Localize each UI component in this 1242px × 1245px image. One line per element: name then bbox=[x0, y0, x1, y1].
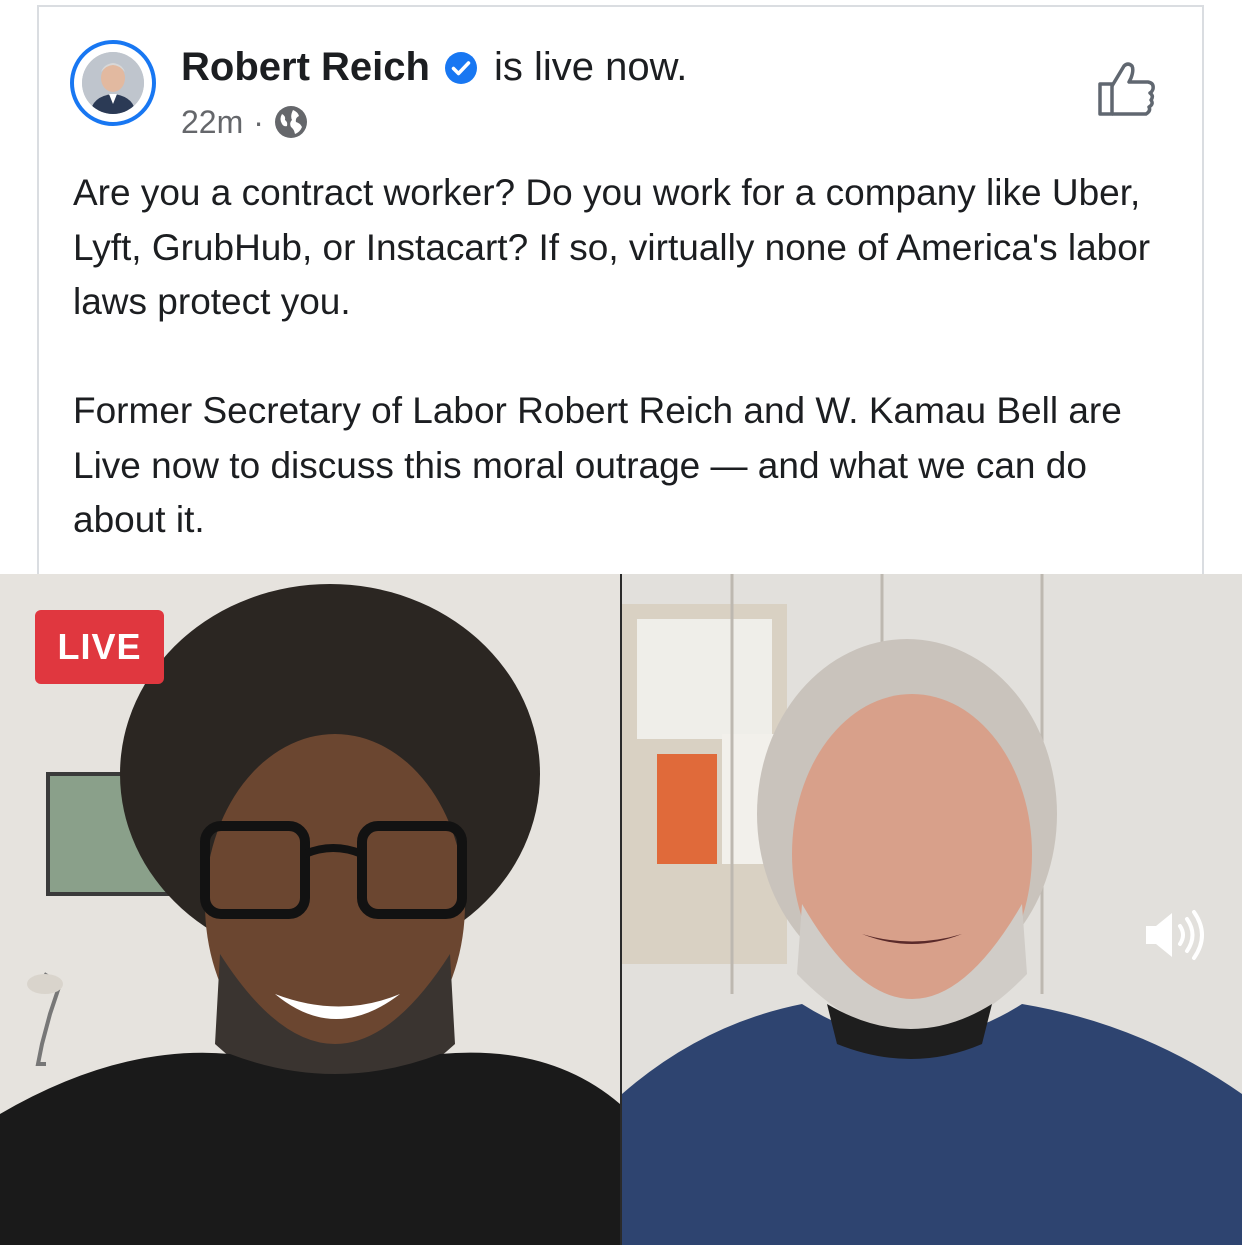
avatar-image bbox=[82, 52, 144, 114]
post-meta: 22m · bbox=[181, 100, 308, 144]
meta-separator: · bbox=[253, 103, 264, 140]
post-body: Are you a contract worker? Do you work f… bbox=[73, 166, 1153, 548]
live-badge: LIVE bbox=[35, 610, 164, 684]
timestamp[interactable]: 22m bbox=[181, 104, 243, 141]
verified-badge-icon bbox=[444, 50, 478, 84]
post-paragraph: Are you a contract worker? Do you work f… bbox=[73, 172, 1151, 322]
globe-icon bbox=[274, 105, 308, 139]
live-video-player[interactable]: LIVE bbox=[0, 574, 1242, 1245]
author-name[interactable]: Robert Reich bbox=[181, 45, 430, 90]
avatar[interactable] bbox=[70, 40, 156, 126]
speaker-volume-icon bbox=[1146, 910, 1204, 960]
live-status-text: is live now. bbox=[493, 44, 688, 89]
volume-button[interactable] bbox=[1140, 905, 1212, 965]
thumbs-up-icon bbox=[1098, 62, 1155, 116]
post-paragraph: Former Secretary of Labor Robert Reich a… bbox=[73, 390, 1122, 540]
post-header: Robert Reich is live now. bbox=[181, 40, 687, 94]
like-button[interactable] bbox=[1096, 58, 1158, 120]
